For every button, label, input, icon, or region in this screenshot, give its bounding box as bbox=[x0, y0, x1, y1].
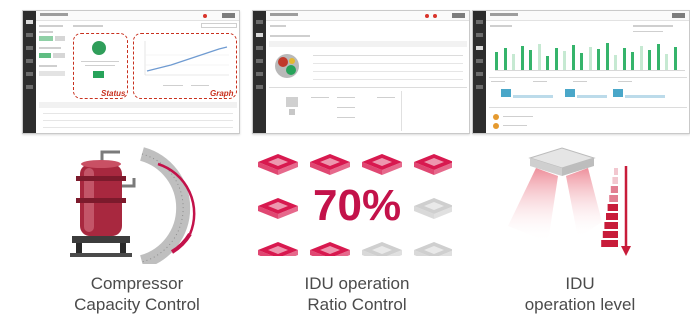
level-bar bbox=[606, 213, 618, 220]
cassette-unit-idle-icon bbox=[362, 242, 402, 256]
level-bar bbox=[614, 168, 618, 175]
chart-bar bbox=[520, 46, 524, 70]
chart-bar bbox=[503, 48, 507, 70]
status-indicator bbox=[92, 41, 106, 55]
chart-bar bbox=[673, 47, 677, 70]
chart-bar bbox=[605, 43, 609, 70]
chart-bar bbox=[597, 49, 600, 70]
chart-bar bbox=[665, 54, 668, 70]
chart-bar bbox=[495, 52, 498, 70]
level-bar bbox=[610, 186, 618, 193]
cassette-unit-idle-icon bbox=[414, 198, 452, 219]
operation-dashboard-screenshot bbox=[472, 10, 690, 134]
cassette-unit-idle-icon bbox=[414, 242, 452, 256]
level-bar bbox=[609, 195, 618, 202]
status-button[interactable] bbox=[93, 71, 104, 78]
status-monitor-screenshot: Status Graph bbox=[22, 10, 240, 134]
chart-bar bbox=[546, 56, 549, 70]
floor-map-icon bbox=[275, 54, 299, 78]
chart-bar bbox=[588, 47, 592, 70]
sidebar bbox=[473, 11, 486, 133]
chart-bar bbox=[614, 55, 617, 70]
feature-caption-idu-ratio: IDU operation Ratio Control bbox=[304, 274, 410, 314]
chart-bar bbox=[537, 44, 541, 70]
operation-ratio-value: 70% bbox=[313, 181, 402, 230]
chart-bar bbox=[563, 51, 566, 70]
trend-graph bbox=[144, 41, 229, 76]
graph-label: Graph bbox=[210, 89, 234, 98]
chart-bar bbox=[648, 50, 651, 70]
chart-bar bbox=[622, 48, 626, 70]
compressor-gauge-icon bbox=[70, 147, 196, 264]
cassette-unit-active-icon bbox=[258, 154, 298, 175]
cassette-unit-active-icon bbox=[258, 242, 298, 256]
chart-bar bbox=[571, 45, 575, 70]
chart-bar bbox=[580, 53, 583, 70]
device-icon bbox=[286, 97, 298, 115]
title-bar bbox=[36, 11, 239, 21]
title-bar bbox=[266, 11, 469, 21]
level-bar bbox=[602, 231, 618, 238]
chart-bar bbox=[639, 46, 643, 70]
status-label: Status bbox=[101, 89, 126, 98]
level-bar bbox=[607, 204, 618, 211]
chart-bar bbox=[631, 52, 634, 70]
system-map-screenshot bbox=[252, 10, 470, 134]
level-bar bbox=[601, 240, 618, 247]
cassette-unit-active-icon bbox=[362, 154, 402, 175]
airflow-level-icon bbox=[508, 147, 631, 256]
cassette-unit-active-icon bbox=[414, 154, 452, 175]
chart-bar bbox=[512, 54, 515, 70]
cassette-unit-active-icon bbox=[258, 198, 298, 219]
chart-bar bbox=[554, 48, 558, 70]
chart-bar bbox=[529, 50, 532, 70]
level-bar bbox=[604, 222, 618, 229]
cassette-unit-active-icon bbox=[310, 154, 350, 175]
feature-caption-idu-level: IDU operation level bbox=[524, 274, 636, 314]
cassette-unit-active-icon bbox=[310, 242, 350, 256]
sidebar bbox=[253, 11, 266, 133]
title-bar bbox=[486, 11, 689, 21]
sidebar bbox=[23, 11, 36, 133]
level-bar bbox=[612, 177, 618, 184]
feature-caption-compressor: Compressor Capacity Control bbox=[74, 274, 200, 314]
operation-bar-chart bbox=[495, 41, 685, 71]
chart-bar bbox=[656, 44, 660, 70]
